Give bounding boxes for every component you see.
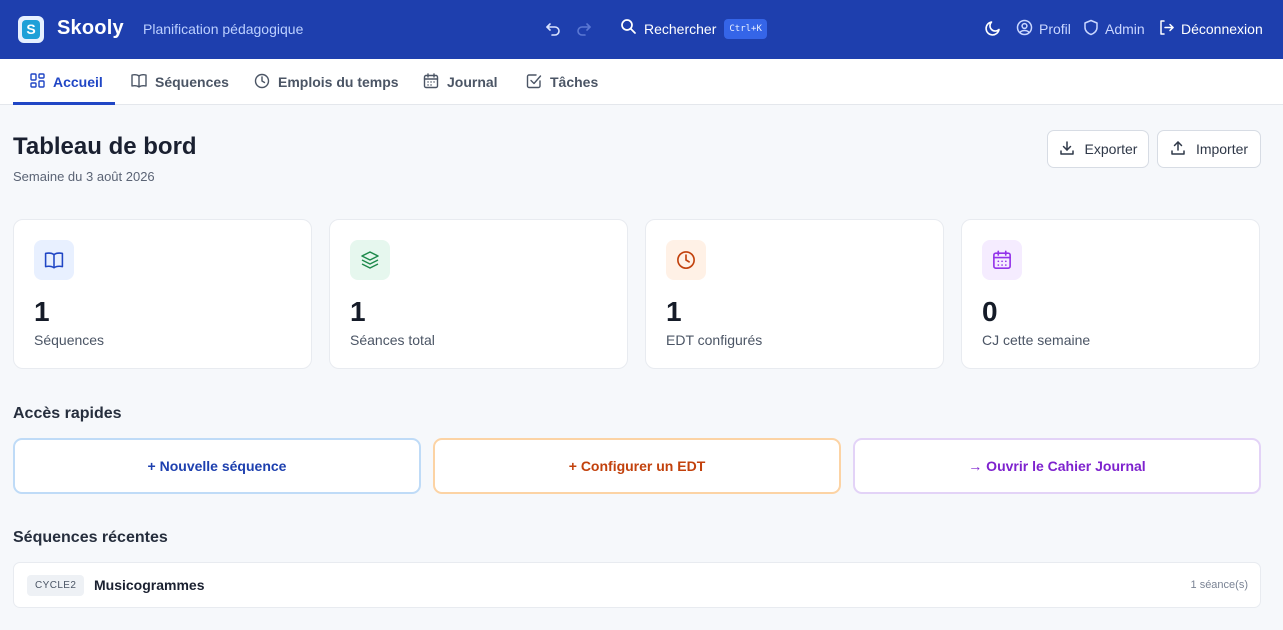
sequence-title: Musicogrammes [94,577,205,593]
main-nav: Accueil Séquences Emplois du temps Journ… [0,59,1283,105]
stat-label: EDT configurés [666,332,763,348]
brand-name[interactable]: Skooly [57,17,124,40]
search-shortcut-badge: Ctrl+K [724,19,767,39]
active-tab-indicator [13,102,115,105]
calendar-icon [423,72,447,92]
upload-icon [1170,140,1196,159]
export-label: Exporter [1084,141,1138,157]
new-sequence-button[interactable]: + Nouvelle séquence [13,438,421,494]
recent-sequences-title: Séquences récentes [13,529,168,546]
cycle-tag: CYCLE2 [27,575,85,596]
tab-label: Journal [447,74,498,90]
stat-label: CJ cette semaine [982,332,1091,348]
admin-link[interactable]: Admin [1083,17,1145,41]
tab-label: Séquences [155,74,229,90]
stat-card-edt: 1 EDT configurés [645,219,944,369]
app-logo[interactable]: S [18,16,44,43]
dashboard-icon [30,73,53,91]
calendar-icon [982,240,1022,280]
search-button[interactable]: Rechercher Ctrl+K [620,17,767,41]
configure-edt-button[interactable]: + Configurer un EDT [433,438,841,494]
stat-card-sequences: 1 Séquences [13,219,312,369]
session-count: 1 séance(s) [1190,579,1248,591]
import-label: Importer [1195,141,1249,157]
quick-access-title: Accès rapides [13,405,122,422]
app-subtitle: Planification pédagogique [143,21,304,37]
layers-icon [350,240,390,280]
stat-value: 1 [34,296,50,327]
logo-letter: S [22,20,40,39]
week-label: Semaine du 3 août 2026 [13,169,155,184]
logout-icon [1158,19,1181,39]
user-circle-icon [1016,19,1039,39]
open-cahier-journal-button[interactable]: → Ouvrir le Cahier Journal [853,438,1261,494]
redo-icon[interactable] [574,19,594,39]
stat-card-seances: 1 Séances total [329,219,628,369]
stat-value: 0 [982,296,998,327]
checkbox-icon [526,73,550,92]
tab-label: Emplois du temps [278,74,399,90]
dark-mode-toggle-icon[interactable] [984,19,1004,39]
stat-card-cj: 0 CJ cette semaine [961,219,1260,369]
tab-accueil[interactable]: Accueil [30,59,103,105]
undo-icon[interactable] [543,19,563,39]
tab-label: Accueil [53,74,103,90]
page-title: Tableau de bord [13,133,197,160]
tab-journal[interactable]: Journal [423,59,498,105]
top-bar: S Skooly Planification pédagogique Reche… [0,0,1283,59]
shield-icon [1083,19,1105,39]
list-item[interactable]: CYCLE2 Musicogrammes 1 séance(s) [13,562,1261,608]
tab-label: Tâches [550,74,599,90]
logout-link[interactable]: Déconnexion [1158,17,1263,41]
download-icon [1059,140,1085,159]
stat-value: 1 [666,296,682,327]
tab-emplois-du-temps[interactable]: Emplois du temps [254,59,399,105]
import-button[interactable]: Importer [1157,130,1261,168]
stat-value: 1 [350,296,366,327]
tab-taches[interactable]: Tâches [526,59,598,105]
export-button[interactable]: Exporter [1047,130,1149,168]
stat-label: Séquences [34,332,105,348]
profile-link[interactable]: Profil [1016,17,1071,41]
clock-icon [254,73,278,92]
search-icon [620,18,637,40]
clock-icon [666,240,706,280]
logout-label: Déconnexion [1181,21,1263,37]
stat-label: Séances total [350,332,435,348]
profile-label: Profil [1039,21,1071,37]
book-icon [131,73,155,91]
search-label: Rechercher [644,21,717,37]
book-icon [34,240,74,280]
tab-sequences[interactable]: Séquences [131,59,229,105]
admin-label: Admin [1105,21,1145,37]
